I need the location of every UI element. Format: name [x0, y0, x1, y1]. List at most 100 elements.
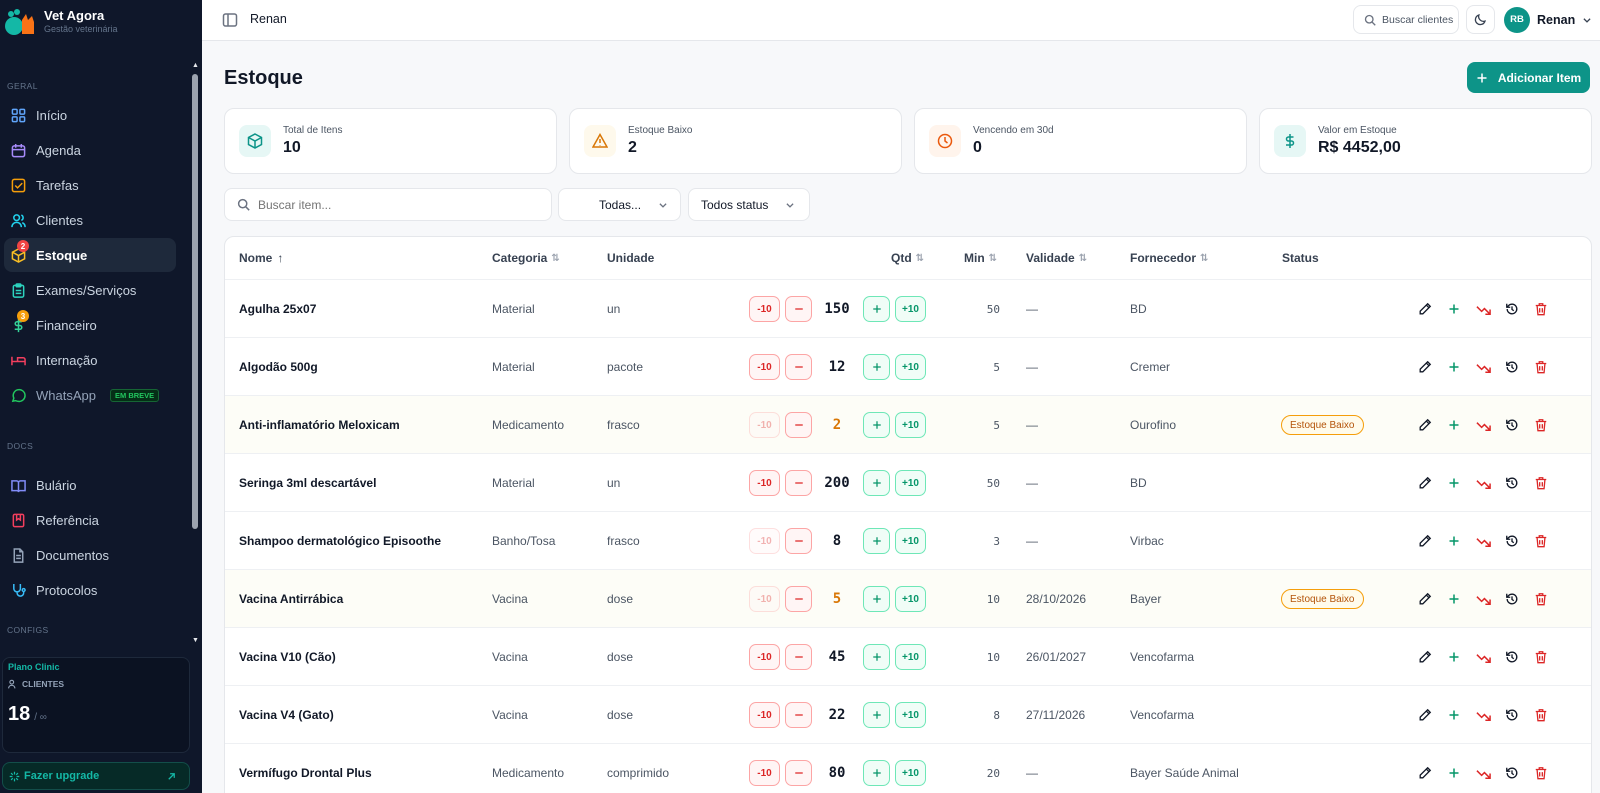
sidebar-item-whatsapp[interactable]: WhatsApp EM BREVE	[4, 378, 176, 412]
sidebar-item-bulario[interactable]: Bulário	[4, 468, 176, 502]
trend-down-icon[interactable]	[1473, 647, 1493, 667]
decrement-button[interactable]	[785, 296, 812, 322]
trend-down-icon[interactable]	[1473, 589, 1493, 609]
scrollbar-thumb[interactable]	[192, 74, 198, 529]
sidebar-item-referencia[interactable]: Referência	[4, 503, 176, 537]
trash-icon[interactable]	[1531, 415, 1551, 435]
item-search-input[interactable]	[258, 197, 538, 212]
increment-button[interactable]	[863, 470, 890, 496]
add-stock-icon[interactable]	[1444, 589, 1464, 609]
add-stock-icon[interactable]	[1444, 647, 1464, 667]
increment-button[interactable]	[863, 412, 890, 438]
trash-icon[interactable]	[1531, 705, 1551, 725]
edit-icon[interactable]	[1415, 531, 1435, 551]
col-header-qtd[interactable]: Qtd ⇅	[891, 237, 924, 279]
minus-10-button[interactable]: -10	[749, 354, 780, 380]
edit-icon[interactable]	[1415, 299, 1435, 319]
plus-10-button[interactable]: +10	[895, 412, 926, 438]
trend-down-icon[interactable]	[1473, 415, 1493, 435]
trend-down-icon[interactable]	[1473, 357, 1493, 377]
trash-icon[interactable]	[1531, 357, 1551, 377]
minus-10-button[interactable]: -10	[749, 528, 780, 554]
decrement-button[interactable]	[785, 760, 812, 786]
sidebar-item-protocolos[interactable]: Protocolos	[4, 573, 176, 607]
history-icon[interactable]	[1502, 647, 1522, 667]
history-icon[interactable]	[1502, 299, 1522, 319]
decrement-button[interactable]	[785, 354, 812, 380]
history-icon[interactable]	[1502, 415, 1522, 435]
plus-10-button[interactable]: +10	[895, 702, 926, 728]
sidebar-item-financeiro[interactable]: 3 Financeiro	[4, 308, 176, 342]
edit-icon[interactable]	[1415, 415, 1435, 435]
sidebar-item-documentos[interactable]: Documentos	[4, 538, 176, 572]
user-menu[interactable]: RB Renan	[1504, 5, 1592, 34]
increment-button[interactable]	[863, 760, 890, 786]
scroll-up-icon[interactable]: ▲	[192, 62, 199, 69]
minus-10-button[interactable]: -10	[749, 760, 780, 786]
sidebar-item-clientes[interactable]: Clientes	[4, 203, 176, 237]
trend-down-icon[interactable]	[1473, 705, 1493, 725]
add-stock-icon[interactable]	[1444, 473, 1464, 493]
plus-10-button[interactable]: +10	[895, 470, 926, 496]
col-header-nome[interactable]: Nome ↑	[239, 237, 283, 279]
history-icon[interactable]	[1502, 531, 1522, 551]
edit-icon[interactable]	[1415, 705, 1435, 725]
edit-icon[interactable]	[1415, 647, 1435, 667]
brand[interactable]: Vet Agora Gestão veterinária	[0, 0, 202, 42]
plus-10-button[interactable]: +10	[895, 354, 926, 380]
add-stock-icon[interactable]	[1444, 531, 1464, 551]
trash-icon[interactable]	[1531, 763, 1551, 783]
trash-icon[interactable]	[1531, 473, 1551, 493]
minus-10-button[interactable]: -10	[749, 586, 780, 612]
history-icon[interactable]	[1502, 705, 1522, 725]
history-icon[interactable]	[1502, 357, 1522, 377]
plus-10-button[interactable]: +10	[895, 644, 926, 670]
minus-10-button[interactable]: -10	[749, 412, 780, 438]
decrement-button[interactable]	[785, 586, 812, 612]
item-search-field[interactable]	[224, 188, 552, 221]
history-icon[interactable]	[1502, 763, 1522, 783]
col-header-validade[interactable]: Validade ⇅	[1026, 237, 1087, 279]
increment-button[interactable]	[863, 702, 890, 728]
trash-icon[interactable]	[1531, 299, 1551, 319]
add-stock-icon[interactable]	[1444, 705, 1464, 725]
col-header-categoria[interactable]: Categoria ⇅	[492, 237, 560, 279]
trash-icon[interactable]	[1531, 531, 1551, 551]
decrement-button[interactable]	[785, 470, 812, 496]
status-select[interactable]: Todos status	[688, 188, 810, 221]
plus-10-button[interactable]: +10	[895, 586, 926, 612]
trend-down-icon[interactable]	[1473, 763, 1493, 783]
minus-10-button[interactable]: -10	[749, 296, 780, 322]
theme-toggle-button[interactable]	[1466, 5, 1495, 34]
trash-icon[interactable]	[1531, 589, 1551, 609]
edit-icon[interactable]	[1415, 357, 1435, 377]
minus-10-button[interactable]: -10	[749, 470, 780, 496]
plus-10-button[interactable]: +10	[895, 296, 926, 322]
history-icon[interactable]	[1502, 473, 1522, 493]
scroll-down-icon[interactable]: ▼	[192, 637, 199, 644]
add-stock-icon[interactable]	[1444, 415, 1464, 435]
add-stock-icon[interactable]	[1444, 763, 1464, 783]
trend-down-icon[interactable]	[1473, 473, 1493, 493]
plus-10-button[interactable]: +10	[895, 528, 926, 554]
sidebar-item-tarefas[interactable]: Tarefas	[4, 168, 176, 202]
history-icon[interactable]	[1502, 589, 1522, 609]
sidebar-item-exames[interactable]: Exames/Serviços	[4, 273, 176, 307]
decrement-button[interactable]	[785, 702, 812, 728]
sidebar-toggle-icon[interactable]	[222, 12, 238, 28]
plus-10-button[interactable]: +10	[895, 760, 926, 786]
trend-down-icon[interactable]	[1473, 299, 1493, 319]
minus-10-button[interactable]: -10	[749, 702, 780, 728]
decrement-button[interactable]	[785, 412, 812, 438]
sidebar-item-agenda[interactable]: Agenda	[4, 133, 176, 167]
add-stock-icon[interactable]	[1444, 357, 1464, 377]
add-stock-icon[interactable]	[1444, 299, 1464, 319]
decrement-button[interactable]	[785, 528, 812, 554]
trash-icon[interactable]	[1531, 647, 1551, 667]
edit-icon[interactable]	[1415, 589, 1435, 609]
client-search-button[interactable]: Buscar clientes	[1353, 5, 1459, 34]
sidebar-item-inicio[interactable]: Início	[4, 98, 176, 132]
increment-button[interactable]	[863, 644, 890, 670]
add-item-button[interactable]: Adicionar Item	[1467, 62, 1590, 93]
minus-10-button[interactable]: -10	[749, 644, 780, 670]
